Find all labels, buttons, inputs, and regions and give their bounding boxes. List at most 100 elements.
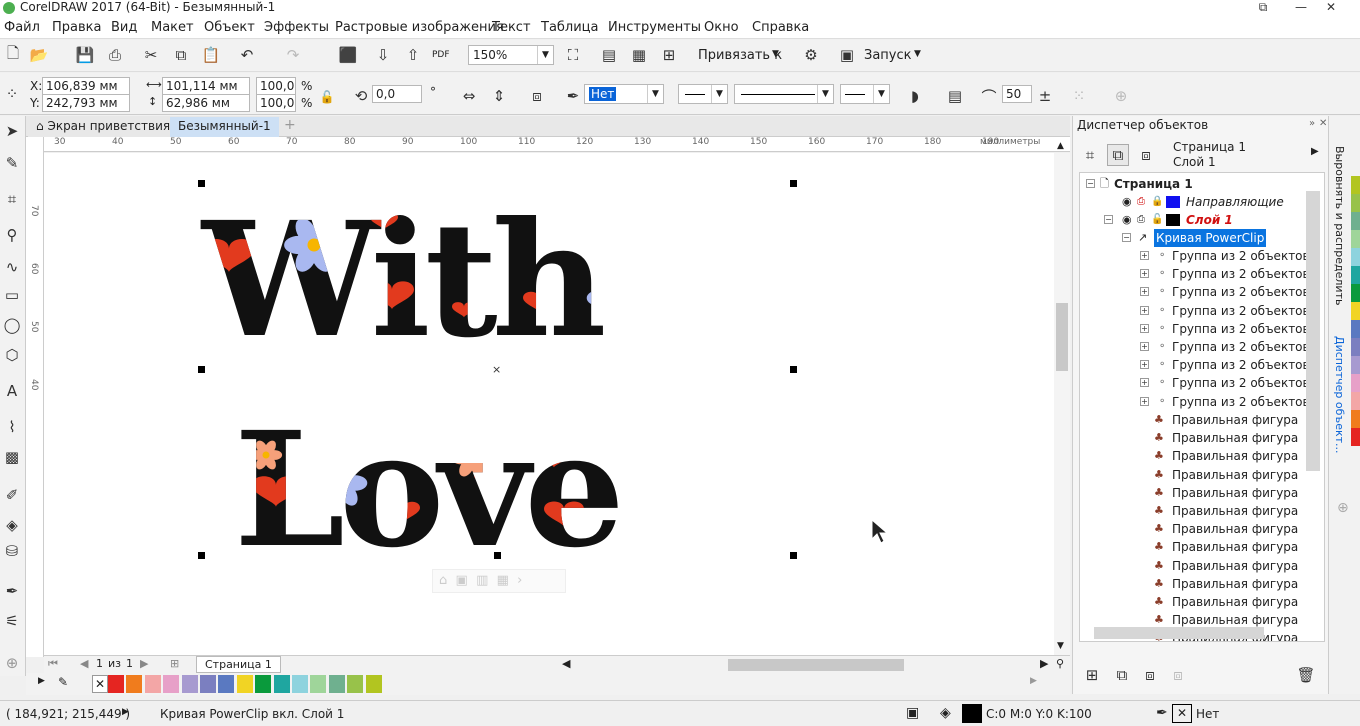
menu-layout[interactable]: Макет	[151, 20, 194, 35]
color-swatch[interactable]	[1351, 230, 1360, 248]
lock-ratio-icon[interactable]: 🔓	[316, 86, 338, 108]
menu-view[interactable]: Вид	[111, 20, 137, 35]
lock-icon[interactable]: 🔒	[1151, 193, 1163, 211]
launch-dropdown[interactable]: Запуск	[864, 48, 912, 63]
collapse-icon[interactable]: −	[1086, 179, 1095, 188]
color-swatch[interactable]	[1351, 194, 1360, 212]
smoothing-field[interactable]: 50	[1002, 85, 1032, 103]
import-icon[interactable]: ⇩	[372, 44, 394, 66]
color-swatch[interactable]	[1351, 176, 1360, 194]
palette-scroll-icon[interactable]: ▶	[1030, 676, 1037, 686]
tab-align-distribute[interactable]: Выровнять и распределить	[1333, 146, 1346, 305]
start-arrowhead-dropdown[interactable]: ▼	[678, 84, 728, 104]
end-arrowhead-dropdown[interactable]: ▼	[840, 84, 890, 104]
color-swatch[interactable]	[108, 675, 124, 693]
tree-shape[interactable]: ♣ Правильная фигура	[1080, 593, 1310, 611]
collapse-icon[interactable]: −	[1104, 215, 1113, 224]
show-rulers-icon[interactable]: ▤	[598, 44, 620, 66]
add-page-icon[interactable]: ⊞	[170, 657, 179, 670]
copy-icon[interactable]: ⧉	[170, 44, 192, 66]
node-grid-icon[interactable]: ⁙	[1068, 85, 1090, 107]
outline-color-swatch[interactable]: ✕	[1172, 704, 1192, 723]
height-field[interactable]: 62,986 мм	[162, 94, 250, 112]
freehand-tool-icon[interactable]: ∿	[1, 256, 23, 278]
color-swatch[interactable]	[292, 675, 308, 693]
tree-group[interactable]: + ⚬ Группа из 2 объектов	[1080, 393, 1310, 411]
snap-to-dropdown[interactable]: Привязать к	[698, 48, 782, 63]
x-position-field[interactable]: 106,839 мм	[42, 77, 130, 95]
tree-group[interactable]: + ⚬ Группа из 2 объектов	[1080, 283, 1310, 301]
new-layer-icon[interactable]: ⊞	[1081, 664, 1103, 686]
print-icon[interactable]: ⎙	[104, 44, 126, 66]
add-docker-icon[interactable]: ⊕	[1337, 500, 1349, 516]
selection-handle[interactable]	[790, 552, 797, 559]
powerclip-edit-icon[interactable]: ⧈	[526, 85, 548, 107]
open-icon[interactable]: 📂	[28, 44, 50, 66]
rectangle-tool-icon[interactable]: ▭	[1, 284, 23, 306]
new-master-layer-icon[interactable]: ⧉	[1111, 664, 1133, 686]
collapse-docker-icon[interactable]: »	[1309, 118, 1315, 129]
vertical-scrollbar[interactable]: ▲ ▼	[1054, 141, 1070, 655]
outline-tool-icon[interactable]: ✒	[1, 580, 23, 602]
tree-shape[interactable]: ♣ Правильная фигура	[1080, 484, 1310, 502]
eyedropper-icon[interactable]: ✎	[58, 675, 68, 689]
color-swatch[interactable]	[1351, 392, 1360, 410]
menu-edit[interactable]: Правка	[52, 20, 101, 35]
minimize-icon[interactable]: —	[1286, 0, 1316, 16]
expand-icon[interactable]: +	[1140, 396, 1149, 406]
scroll-right-icon[interactable]: ▶	[1040, 657, 1048, 670]
expand-icon[interactable]: +	[1140, 360, 1149, 370]
no-color-swatch[interactable]: ✕	[92, 675, 108, 693]
tree-group[interactable]: + ⚬ Группа из 2 объектов	[1080, 247, 1310, 265]
color-swatch[interactable]	[236, 675, 253, 693]
new-master-layer-even-icon[interactable]: ⧈	[1167, 664, 1189, 686]
line-style-dropdown[interactable]: ▼	[734, 84, 834, 104]
color-swatch[interactable]	[273, 675, 290, 693]
tab-document[interactable]: Безымянный-1	[170, 117, 279, 137]
selection-handle[interactable]	[790, 180, 797, 187]
color-swatch[interactable]	[1351, 338, 1360, 356]
options-gear-icon[interactable]: ⚙	[800, 44, 822, 66]
tree-shape[interactable]: ♣ Правильная фигура	[1080, 429, 1310, 447]
tree-group[interactable]: + ⚬ Группа из 2 объектов	[1080, 265, 1310, 283]
tree-shape[interactable]: ♣ Правильная фигура	[1080, 447, 1310, 465]
artwork-line-with[interactable]: With	[200, 188, 610, 373]
color-swatch[interactable]	[365, 675, 382, 693]
eye-icon[interactable]: ◉	[1122, 211, 1132, 229]
color-swatch[interactable]	[1351, 410, 1360, 428]
zoom-fit-icon[interactable]: ⚲	[1056, 657, 1064, 670]
eyedropper-icon[interactable]: ✐	[1, 484, 23, 506]
selection-handle[interactable]	[198, 552, 205, 559]
new-tab-icon[interactable]: +	[284, 117, 296, 133]
lock-icon[interactable]: 🔓	[1151, 211, 1163, 229]
menu-window[interactable]: Окно	[704, 20, 739, 35]
layer-manager-icon[interactable]: ⧈	[1135, 144, 1157, 166]
tree-group[interactable]: + ⚬ Группа из 2 объектов	[1080, 302, 1310, 320]
menu-effects[interactable]: Эффекты	[264, 20, 329, 35]
y-position-field[interactable]: 242,793 мм	[42, 94, 130, 112]
first-page-icon[interactable]: ⏮	[48, 657, 58, 671]
collapse-icon[interactable]: −	[1122, 233, 1131, 242]
search-content-icon[interactable]: ⬛	[337, 44, 359, 66]
color-swatch[interactable]	[310, 675, 327, 693]
color-swatch[interactable]	[1351, 212, 1360, 230]
undo-icon[interactable]: ↶	[236, 44, 258, 66]
color-swatch[interactable]	[1351, 320, 1360, 338]
expand-icon[interactable]: +	[1140, 287, 1149, 297]
export-pdf-icon[interactable]: PDF	[432, 50, 450, 60]
export-icon[interactable]: ⇧	[402, 44, 424, 66]
ellipse-tool-icon[interactable]: ◯	[1, 314, 23, 336]
menu-help[interactable]: Справка	[752, 20, 809, 35]
restore-icon[interactable]: ⧉	[1248, 0, 1278, 16]
tree-shape[interactable]: ♣ Правильная фигура	[1080, 520, 1310, 538]
color-swatch[interactable]	[163, 675, 180, 693]
expand-icon[interactable]: +	[1140, 323, 1149, 333]
expand-icon[interactable]: +	[1140, 342, 1149, 351]
interactive-fill-icon[interactable]: ◈	[1, 514, 23, 536]
color-swatch[interactable]	[1351, 374, 1360, 392]
new-document-icon[interactable]: 🗋	[2, 44, 24, 66]
menu-tools[interactable]: Инструменты	[608, 20, 701, 35]
expand-icon[interactable]: +	[1140, 305, 1149, 315]
color-swatch[interactable]	[1351, 356, 1360, 374]
tree-shape[interactable]: ♣ Правильная фигура	[1080, 411, 1310, 429]
